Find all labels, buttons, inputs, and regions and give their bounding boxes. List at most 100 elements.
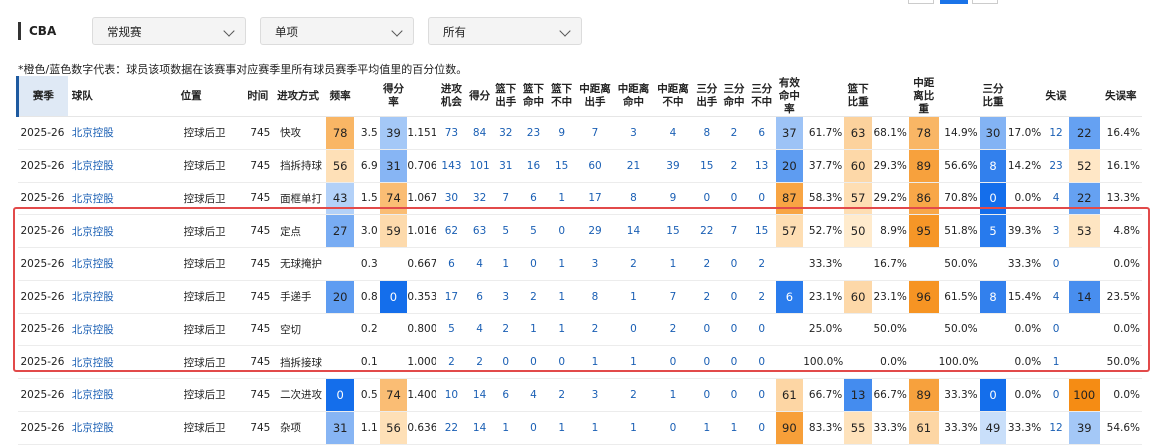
cell-efg: 58.3% (803, 182, 845, 216)
cell-tov-rate-pct (1068, 313, 1100, 347)
cell-mid-share-pct: 78 (908, 116, 939, 150)
cell-team[interactable]: 北京控股 (67, 345, 181, 379)
cell-three-share-pct (979, 345, 1007, 379)
cell-team[interactable]: 北京控股 (67, 280, 181, 314)
column-header-three-fga[interactable]: 三分 出手 (693, 76, 721, 117)
cell-tov: 12 (1043, 116, 1069, 150)
table-row: 2025-26 北京控股 控球后卫 745 无球掩护 0.3 0.667 6 4 1 0 1 3 2 1 2 0… (17, 247, 1142, 281)
column-header-pts[interactable]: 得分 (466, 76, 493, 117)
cell-rim-fga: 1 (492, 411, 520, 445)
column-header-rim-fgm[interactable]: 篮下 命中 (519, 76, 548, 117)
column-header-position[interactable]: 位置 (180, 76, 248, 117)
cell-three-fgm: 0 (720, 378, 748, 412)
cell-rim-share-pct (844, 313, 872, 347)
stats-table: 赛季 球队 位置 时间 进攻方式 频率 得分率 进攻 机会 得分 篮下 出手 篮下 命中 篮下 不中中… (15, 76, 1142, 445)
cell-mid-fgm: 2 (614, 378, 653, 412)
column-header-tov-rate[interactable]: 失误率 (1099, 76, 1142, 117)
cell-play-type: 二次进攻 (277, 378, 327, 412)
cell-efg-pct (775, 247, 804, 281)
cell-three-fgm: 0 (720, 247, 748, 281)
cell-ppp-pct: 56 (379, 411, 408, 445)
cell-team[interactable]: 北京控股 (67, 313, 181, 347)
cell-three-fga: 1 (693, 411, 721, 445)
cell-team[interactable]: 北京控股 (67, 116, 181, 150)
column-header-season[interactable]: 赛季 (15, 76, 68, 117)
cell-efg-pct: 37 (775, 116, 804, 150)
cell-mid-fga: 1 (575, 345, 615, 379)
cell-mid-miss: 9 (652, 182, 694, 216)
cell-rim-fga: 32 (492, 116, 520, 150)
cell-three-fgm: 0 (720, 182, 748, 216)
season-type-select[interactable]: 常规赛 (92, 17, 246, 45)
cell-three-fgm: 0 (720, 313, 748, 347)
column-header-rim-fga[interactable]: 篮下 出手 (492, 76, 520, 117)
cell-play-type: 面框单打 (277, 182, 327, 216)
cell-mid-fgm: 3 (614, 116, 653, 150)
cell-three-share-pct: 8 (979, 149, 1007, 183)
cell-rim-share-pct: 55 (844, 411, 872, 445)
cell-three-miss: 0 (747, 345, 776, 379)
cell-tov-rate-pct: 100 (1068, 378, 1100, 412)
cell-season: 2025-26 (17, 247, 68, 281)
cell-mid-fga: 8 (575, 280, 615, 314)
column-header-efg-pct[interactable]: 有效 命中率 (775, 76, 804, 117)
column-header-rim-share-pct[interactable]: 篮下比重 (844, 76, 872, 117)
column-header-mid-fgm[interactable]: 中距离 命中 (614, 76, 653, 117)
column-header-play-type[interactable]: 进攻方式 (277, 76, 327, 117)
page-button-active[interactable] (940, 0, 968, 4)
page-button[interactable] (972, 0, 998, 4)
cell-team[interactable]: 北京控股 (67, 182, 181, 216)
cell-team[interactable]: 北京控股 (67, 214, 181, 248)
mode-select[interactable]: 单项 (260, 17, 414, 45)
column-header-three-fgm[interactable]: 三分 命中 (720, 76, 748, 117)
column-header-ppp-pct[interactable]: 得分率 (379, 76, 408, 117)
column-header-three-share-pct[interactable]: 三分比重 (979, 76, 1007, 117)
cell-mid-fgm: 2 (614, 247, 653, 281)
cell-pts: 4 (466, 247, 493, 281)
cell-team[interactable]: 北京控股 (67, 149, 181, 183)
cell-rim-fga: 5 (492, 214, 520, 248)
cell-rim-fga: 7 (492, 182, 520, 216)
cell-efg: 83.3% (803, 411, 845, 445)
cell-team[interactable]: 北京控股 (67, 411, 181, 445)
cell-efg-pct: 57 (775, 214, 804, 248)
cell-efg-pct (775, 345, 804, 379)
column-header-team[interactable]: 球队 (67, 76, 181, 117)
cell-three-share: 33.3% (1006, 411, 1044, 445)
cell-team[interactable]: 北京控股 (67, 378, 181, 412)
cell-freq: 1.1 (353, 411, 380, 445)
cell-pts: 14 (466, 378, 493, 412)
cell-rim-miss: 0 (547, 214, 576, 248)
cell-mid-fgm: 1 (614, 280, 653, 314)
column-header-mid-fga[interactable]: 中距离 出手 (575, 76, 615, 117)
cell-efg-pct: 87 (775, 182, 804, 216)
cell-ppp-pct: 74 (379, 378, 408, 412)
cell-position: 控球后卫 (180, 378, 248, 412)
cell-mid-share-pct: 89 (908, 378, 939, 412)
column-header-tov[interactable]: 失误 (1043, 76, 1069, 117)
column-header-mid-share-pct[interactable]: 中距离比重 (908, 76, 939, 117)
cell-freq-pct: 0 (326, 378, 354, 412)
page-button[interactable] (908, 0, 934, 4)
cell-position: 控球后卫 (180, 280, 248, 314)
scope-select[interactable]: 所有 (428, 17, 582, 45)
column-header-rim-miss[interactable]: 篮下 不中 (547, 76, 576, 117)
cell-three-fgm: 2 (720, 149, 748, 183)
cell-efg-pct: 90 (775, 411, 804, 445)
column-header-freq-pct[interactable]: 频率 (326, 76, 354, 117)
column-header-mid-miss[interactable]: 中距离 不中 (652, 76, 694, 117)
cell-time: 745 (247, 313, 278, 347)
cell-poss: 73 (436, 116, 467, 150)
cell-rim-share: 16.7% (871, 247, 909, 281)
cell-tov-rate-pct: 53 (1068, 214, 1100, 248)
cell-efg: 61.7% (803, 116, 845, 150)
cell-three-miss: 15 (747, 214, 776, 248)
column-header-time[interactable]: 时间 (247, 76, 278, 117)
cell-mid-miss: 0 (652, 411, 694, 445)
column-header-poss[interactable]: 进攻 机会 (436, 76, 467, 117)
cell-mid-miss: 15 (652, 214, 694, 248)
cell-mid-fga: 3 (575, 378, 615, 412)
cell-three-share-pct: 30 (979, 116, 1007, 150)
cell-team[interactable]: 北京控股 (67, 247, 181, 281)
column-header-three-miss[interactable]: 三分 不中 (747, 76, 776, 117)
